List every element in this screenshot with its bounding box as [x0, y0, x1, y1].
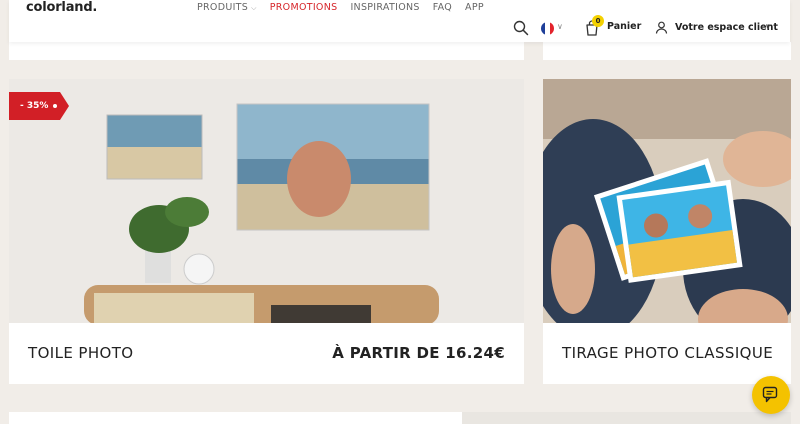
account-link[interactable]: Votre espace client: [675, 22, 778, 33]
nav-item-app[interactable]: APP: [465, 2, 484, 13]
product-card-tirage-photo[interactable]: TIRAGE PHOTO CLASSIQUE: [543, 79, 791, 384]
nav-item-produits[interactable]: PRODUITS ⌵: [197, 2, 257, 13]
main-nav: PRODUITS ⌵ PROMOTIONS INSPIRATIONS FAQ AP…: [197, 2, 484, 13]
chat-icon: [762, 386, 778, 403]
product-title: TIRAGE PHOTO CLASSIQUE: [562, 344, 774, 362]
product-image-tirage-photo[interactable]: [543, 79, 791, 323]
product-price: À PARTIR DE 16.24€: [332, 344, 505, 362]
next-card-left: [9, 412, 462, 424]
chat-button[interactable]: [752, 376, 790, 414]
product-image-toile-photo[interactable]: - 35%: [9, 79, 524, 323]
chevron-down-icon[interactable]: ∨: [557, 22, 563, 31]
cart-count-badge: 0: [592, 15, 604, 27]
france-flag-icon[interactable]: [541, 22, 554, 35]
discount-badge: - 35%: [9, 92, 69, 120]
product-title: TOILE PHOTO: [28, 344, 134, 362]
logo-text: colorland.: [26, 0, 98, 15]
nav-item-inspirations[interactable]: INSPIRATIONS: [350, 2, 419, 13]
next-card-right: [462, 412, 791, 424]
chevron-down-icon[interactable]: ∨: [765, 22, 771, 31]
nav-item-faq[interactable]: FAQ: [433, 2, 452, 13]
card-remnant-right: [543, 42, 791, 60]
nav-item-promotions[interactable]: PROMOTIONS: [270, 2, 338, 13]
site-header: colorland. PRODUITS ⌵ PROMOTIONS INSPIRAT…: [9, 0, 790, 42]
search-icon[interactable]: [513, 20, 529, 36]
product-card-toile-photo[interactable]: - 35% TOILE PHOTO À PARTIR DE 16.24€: [9, 79, 524, 384]
chevron-down-icon: ⌵: [251, 4, 257, 12]
logo[interactable]: colorland.: [26, 0, 97, 15]
cart-label[interactable]: Panier: [607, 21, 641, 32]
user-icon[interactable]: [655, 21, 668, 34]
card-remnant-left: [9, 42, 524, 60]
